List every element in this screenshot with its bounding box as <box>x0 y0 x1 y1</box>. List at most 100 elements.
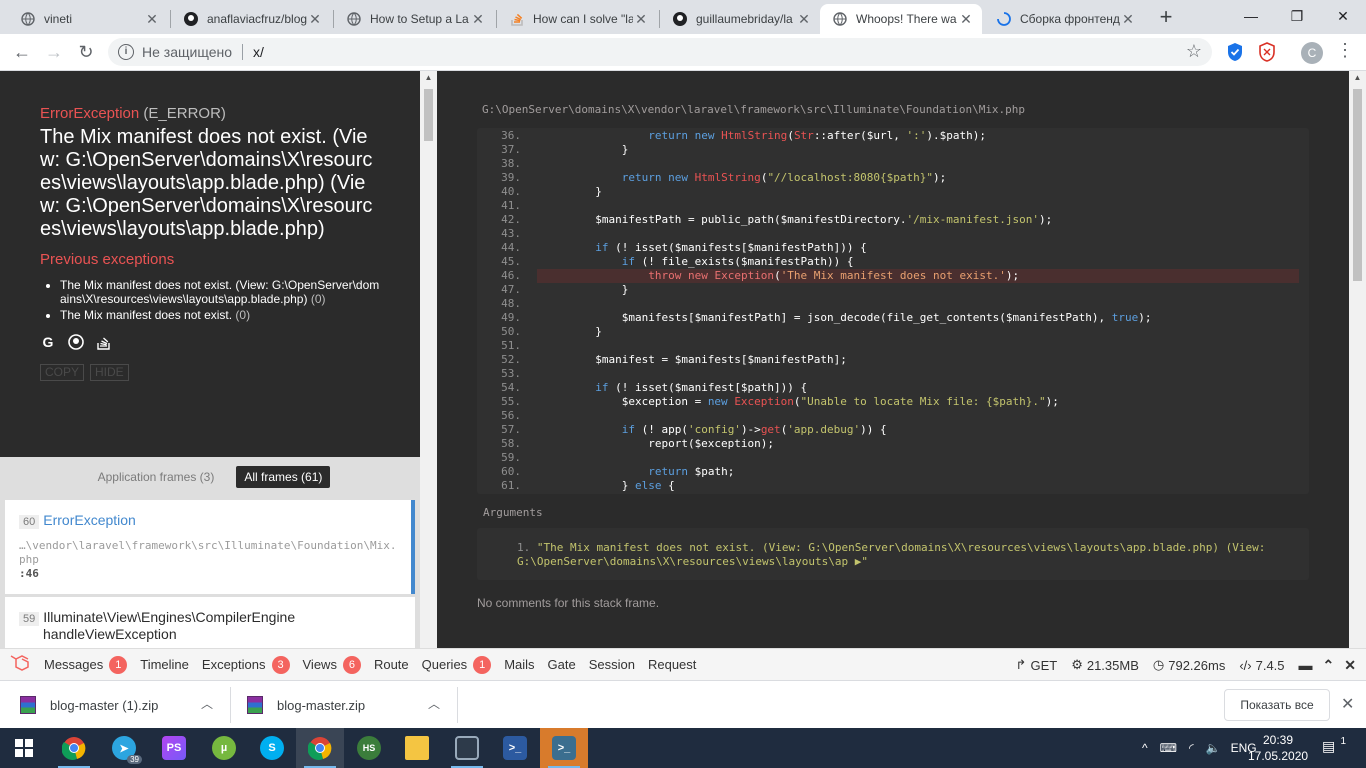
debugbar-tab-timeline[interactable]: Timeline <box>140 657 189 672</box>
frame-item[interactable]: 59 Illuminate\View\Engines\CompilerEngine… <box>5 597 415 648</box>
close-icon[interactable]: ✕ <box>633 11 649 27</box>
debugbar-tab-route[interactable]: Route <box>374 657 409 672</box>
chevron-up-icon[interactable]: ︿ <box>428 695 440 712</box>
laravel-logo-icon[interactable] <box>9 653 31 676</box>
share-icon: ↱ <box>1015 657 1027 672</box>
close-icon[interactable]: ✕ <box>1120 11 1136 27</box>
clock-date: 17.05.2020 <box>1248 749 1309 763</box>
tab-guillaumebriday[interactable]: guillaumebriday/la ✕ <box>660 4 820 34</box>
tab-whoops[interactable]: Whoops! There wa ✕ <box>820 4 982 34</box>
left-scrollbar[interactable]: ▲ <box>420 71 437 648</box>
maximize-button[interactable]: ❐ <box>1274 0 1320 32</box>
frame-item[interactable]: 60 ErrorException …\vendor\laravel\framew… <box>5 500 415 594</box>
close-icon[interactable]: ✕ <box>1341 694 1354 714</box>
memory-usage[interactable]: ⚙ 21.35MB <box>1071 657 1139 673</box>
wifi-icon[interactable]: ◜ <box>1189 741 1194 755</box>
request-duration[interactable]: ◷ 792.26ms <box>1153 657 1225 673</box>
download-item[interactable]: blog-master (1).zip <box>20 689 158 721</box>
chevron-up-icon[interactable]: ^ <box>1142 741 1148 755</box>
keyboard-icon[interactable]: ⌨ <box>1160 741 1177 755</box>
code-line: 52. $manifest = $manifests[$manifestPath… <box>477 353 1309 367</box>
browser-tab-strip: vineti ✕ anaflaviacfruz/blog ✕ How to Se… <box>0 0 1366 34</box>
all-frames-button[interactable]: All frames (61) <box>236 466 331 488</box>
new-tab-button[interactable]: + <box>1154 6 1178 30</box>
skype-taskbar-icon[interactable]: S <box>248 728 296 768</box>
code-icon: ‹/› <box>1239 657 1252 673</box>
hide-button[interactable]: HIDE <box>90 364 129 381</box>
scrollbar-thumb[interactable] <box>424 89 433 141</box>
download-item[interactable]: blog-master.zip <box>247 689 365 721</box>
chevron-up-icon[interactable]: ⌃ <box>1323 657 1335 674</box>
close-icon[interactable]: ✕ <box>144 11 160 27</box>
tab-how-to-setup[interactable]: How to Setup a La ✕ <box>334 4 494 34</box>
debugbar-tab-queries[interactable]: Queries 1 <box>422 655 492 674</box>
previous-exception-code: (0) <box>310 292 326 306</box>
line-number: 44. <box>501 241 521 254</box>
address-bar[interactable]: i Не защищено x/ ☆ <box>108 38 1212 66</box>
debugbar-tab-mails[interactable]: Mails <box>504 657 534 672</box>
shield-extension-icon[interactable] <box>1226 42 1246 62</box>
debugbar-tab-views[interactable]: Views 6 <box>303 655 361 674</box>
show-all-button[interactable]: Показать все <box>1224 689 1330 721</box>
code-line: 38. <box>477 157 1309 171</box>
url-text[interactable]: x/ <box>253 44 264 60</box>
telegram-taskbar-icon[interactable]: ➤ 39 <box>100 728 148 768</box>
file-explorer-taskbar-icon[interactable] <box>393 728 441 768</box>
debugbar-tab-messages[interactable]: Messages 1 <box>44 655 128 674</box>
close-icon[interactable]: ✕ <box>958 11 974 27</box>
tab-sborka[interactable]: Сборка фронтенд ✕ <box>984 4 1144 34</box>
back-button[interactable]: ← <box>10 40 34 64</box>
heidisql-taskbar-icon[interactable]: HS <box>345 728 393 768</box>
close-icon[interactable]: ✕ <box>1344 657 1356 674</box>
adblock-extension-icon[interactable] <box>1258 42 1278 62</box>
argument-value[interactable]: "The Mix manifest does not exist. (View:… <box>517 541 1265 568</box>
scroll-up-arrow-icon[interactable]: ▲ <box>1349 71 1366 85</box>
chrome-taskbar-icon[interactable] <box>50 728 98 768</box>
line-number: 57. <box>501 423 521 436</box>
close-icon[interactable]: ✕ <box>470 11 486 27</box>
forward-button[interactable]: → <box>42 40 66 64</box>
right-scrollbar[interactable]: ▲ <box>1349 71 1366 648</box>
chevron-up-icon[interactable]: ︿ <box>201 695 213 712</box>
scroll-up-arrow-icon[interactable]: ▲ <box>420 71 437 85</box>
tab-anaflaviacfruz[interactable]: anaflaviacfruz/blog ✕ <box>171 4 331 34</box>
minimize-button[interactable]: — <box>1228 0 1274 32</box>
volume-icon[interactable]: 🔈 <box>1206 741 1221 755</box>
close-icon[interactable]: ✕ <box>307 11 323 27</box>
openserver-taskbar-icon[interactable] <box>443 728 491 768</box>
start-button[interactable] <box>0 728 48 768</box>
scrollbar-thumb[interactable] <box>1353 89 1362 281</box>
debugbar-tab-request[interactable]: Request <box>648 657 696 672</box>
debugbar-tab-session[interactable]: Session <box>589 657 635 672</box>
menu-dots-icon[interactable]: ⋮ <box>1336 40 1354 61</box>
clock[interactable]: 20:39 17.05.2020 <box>1248 732 1308 764</box>
duckduckgo-search-icon[interactable] <box>68 334 84 350</box>
powershell-taskbar-icon[interactable]: >_ <box>491 728 539 768</box>
reload-button[interactable]: ↻ <box>74 40 98 64</box>
profile-avatar[interactable]: C <box>1301 42 1323 64</box>
application-frames-button[interactable]: Application frames (3) <box>90 466 223 488</box>
debugbar-tab-exceptions[interactable]: Exceptions 3 <box>202 655 290 674</box>
php-version[interactable]: ‹/› 7.4.5 <box>1239 658 1284 673</box>
request-method[interactable]: ↱ GET <box>1016 657 1058 673</box>
copy-button[interactable]: COPY <box>40 364 85 381</box>
security-label[interactable]: Не защищено <box>142 44 232 60</box>
close-icon[interactable]: ✕ <box>796 11 812 27</box>
chrome-taskbar-icon[interactable] <box>296 728 344 768</box>
bookmark-star-icon[interactable]: ☆ <box>1186 41 1202 62</box>
info-icon[interactable]: i <box>118 44 134 60</box>
tab-title: Сборка фронтенд <box>1020 12 1120 26</box>
stackoverflow-search-icon[interactable] <box>96 334 112 350</box>
tab-how-can-i-solve[interactable]: How can I solve "la ✕ <box>497 4 657 34</box>
google-search-icon[interactable]: G <box>40 334 56 350</box>
close-window-button[interactable]: ✕ <box>1320 0 1366 32</box>
tab-vineti[interactable]: vineti ✕ <box>8 4 168 34</box>
phpstorm-taskbar-icon[interactable]: PS <box>150 728 198 768</box>
notifications-icon[interactable]: ▤ 1 <box>1322 736 1346 758</box>
line-number: 45. <box>501 255 521 268</box>
utorrent-taskbar-icon[interactable]: µ <box>200 728 248 768</box>
terminal-taskbar-icon[interactable]: >_ <box>540 728 588 768</box>
debugbar-tab-gate[interactable]: Gate <box>548 657 576 672</box>
folder-open-icon[interactable]: ▬ <box>1299 657 1313 673</box>
